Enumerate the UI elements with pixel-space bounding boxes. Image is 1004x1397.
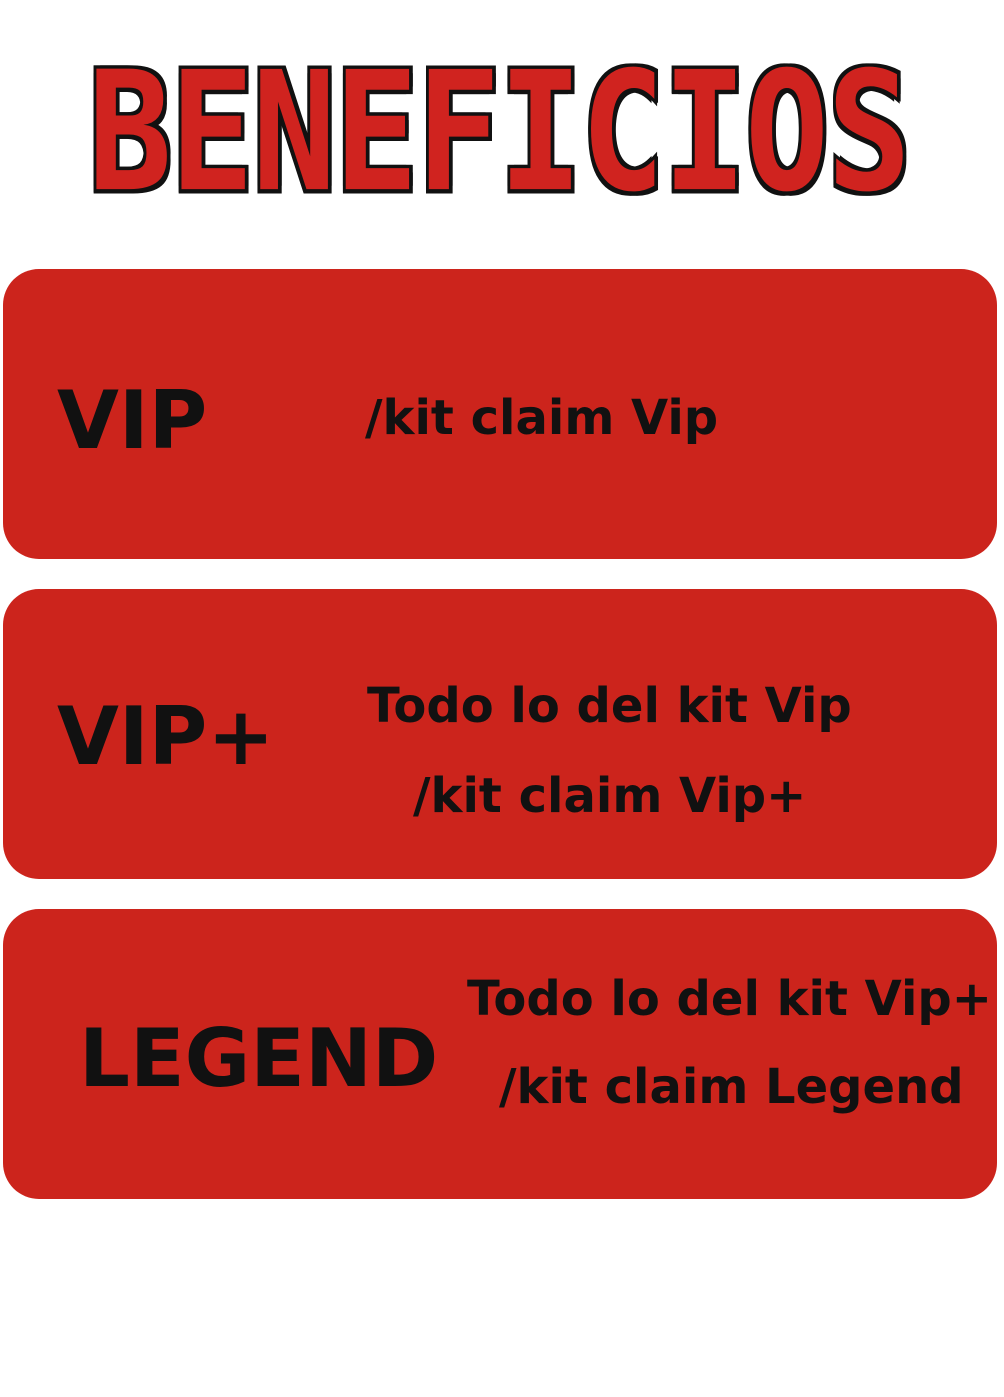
benefits-page: BENEFICIOS VIP /kit claim Vip VIP+ Todo … [0, 0, 1004, 1397]
tier-benefit-line: Todo lo del kit Vip [367, 678, 852, 734]
page-title: BENEFICIOS [86, 37, 915, 229]
title-banner: BENEFICIOS [34, 37, 964, 229]
tier-benefit-line: Todo lo del kit Vip+ [467, 971, 992, 1027]
tier-card-vip-plus: VIP+ Todo lo del kit Vip /kit claim Vip+ [3, 589, 997, 879]
tier-name: VIP [57, 374, 208, 467]
tier-name: LEGEND [79, 1012, 439, 1105]
tier-benefit-line: /kit claim Vip [365, 390, 719, 446]
tier-benefit-line: /kit claim Vip+ [413, 768, 807, 824]
tier-benefit-line: /kit claim Legend [499, 1059, 964, 1115]
tier-card-vip: VIP /kit claim Vip [3, 269, 997, 559]
tier-name: VIP+ [57, 690, 275, 783]
tier-card-legend: LEGEND Todo lo del kit Vip+ /kit claim L… [3, 909, 997, 1199]
